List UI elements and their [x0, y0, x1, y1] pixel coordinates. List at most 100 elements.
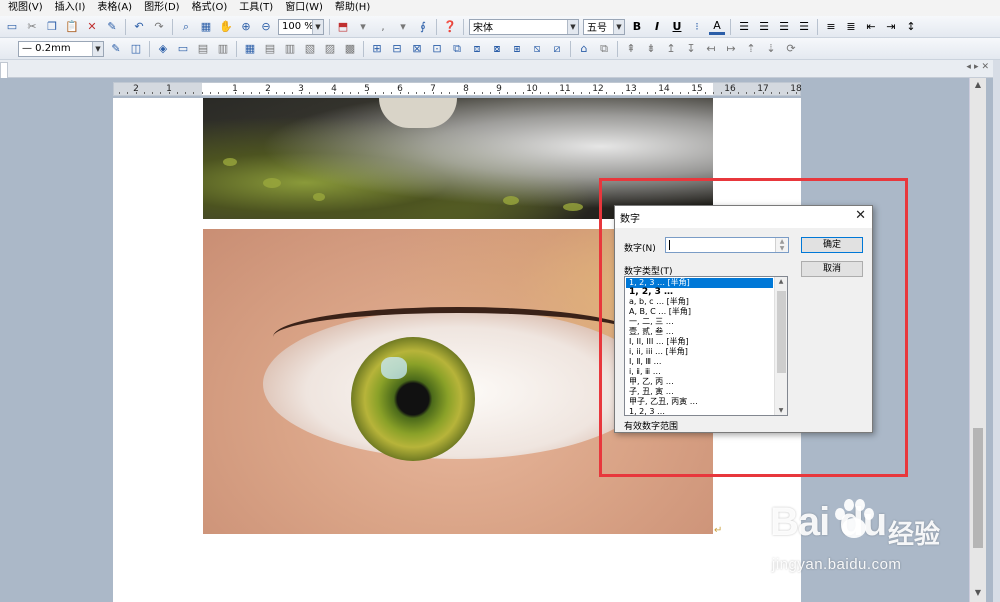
arrange-icon[interactable]: ↦: [723, 41, 739, 57]
wrap-icon[interactable]: ⊠: [409, 41, 425, 57]
table-tool-icon[interactable]: ▥: [282, 41, 298, 57]
arrange-icon[interactable]: ⇡: [743, 41, 759, 57]
menu-help[interactable]: 帮助(H): [329, 0, 376, 16]
table-tool-icon[interactable]: ▤: [262, 41, 278, 57]
line-width-select[interactable]: — 0.2mm ▼: [18, 40, 104, 57]
align-left-icon[interactable]: ☰: [736, 19, 752, 35]
align-right-icon[interactable]: ☰: [776, 19, 792, 35]
wrap-icon[interactable]: ⧉: [449, 41, 465, 57]
shape-fill-icon[interactable]: ◈: [155, 41, 171, 57]
find-icon[interactable]: ⌕: [178, 19, 194, 35]
horizontal-ruler[interactable]: 2 1 1 2 3 4 5 6 7 8 9 10 11 12 13 14 15 …: [113, 82, 802, 96]
dropdown-icon[interactable]: ▾: [355, 19, 371, 35]
menu-tools[interactable]: 工具(T): [233, 0, 279, 16]
zoom-out-icon[interactable]: ⊖: [258, 19, 274, 35]
bullet-list-icon[interactable]: ≡: [823, 19, 839, 35]
hand-icon[interactable]: ✋: [218, 19, 234, 35]
cut-icon[interactable]: ✂: [24, 19, 40, 35]
indent-icon[interactable]: ⇥: [883, 19, 899, 35]
scroll-up-icon[interactable]: ▲: [970, 80, 986, 92]
insert-object-icon[interactable]: ⬒: [335, 19, 351, 35]
menu-format[interactable]: 格式(O): [186, 0, 234, 16]
chevron-down-icon: ▼: [312, 19, 323, 34]
table-tool-icon[interactable]: ▧: [302, 41, 318, 57]
photo-detail: [313, 193, 325, 201]
arrange-icon[interactable]: ⇟: [643, 41, 659, 57]
frame-icon[interactable]: ▭: [175, 41, 191, 57]
ruler-tick: [539, 92, 541, 94]
underline-button[interactable]: U: [669, 19, 685, 35]
arrange-icon[interactable]: ↤: [703, 41, 719, 57]
wrap-icon[interactable]: ⧈: [469, 41, 485, 57]
outdent-icon[interactable]: ⇤: [863, 19, 879, 35]
grid-icon[interactable]: ▦: [198, 19, 214, 35]
arrange-icon[interactable]: ↥: [663, 41, 679, 57]
wrap-icon[interactable]: ⊞: [369, 41, 385, 57]
font-name-select[interactable]: 宋体 ▼: [469, 18, 579, 35]
dropdown-icon[interactable]: ▾: [395, 19, 411, 35]
table-icon[interactable]: ▦: [242, 41, 258, 57]
arrange-icon[interactable]: ↧: [683, 41, 699, 57]
menu-graphics[interactable]: 图形(D): [138, 0, 186, 16]
rotate-icon[interactable]: ⟳: [783, 41, 799, 57]
table-tool-icon[interactable]: ▩: [342, 41, 358, 57]
menu-window[interactable]: 窗口(W): [279, 0, 329, 16]
separator: [363, 40, 364, 57]
numbered-list-icon[interactable]: ≣: [843, 19, 859, 35]
paste-icon[interactable]: 📋: [64, 19, 80, 35]
italic-button[interactable]: I: [649, 19, 665, 35]
document-tab[interactable]: [0, 62, 8, 78]
align-objects-icon[interactable]: ▤: [195, 41, 211, 57]
ruler-tick: [251, 92, 252, 94]
copy-icon[interactable]: ❐: [44, 19, 60, 35]
format-painter-icon[interactable]: ✎: [104, 19, 120, 35]
formula-icon[interactable]: ∮: [415, 19, 431, 35]
zoom-in-icon[interactable]: ⊕: [238, 19, 254, 35]
wrap-icon[interactable]: ⊡: [429, 41, 445, 57]
wrap-icon[interactable]: ⧅: [529, 41, 545, 57]
line-spacing-icon[interactable]: ↕: [903, 19, 919, 35]
bold-button[interactable]: B: [629, 19, 645, 35]
font-size-select[interactable]: 五号 ▼: [583, 18, 625, 35]
fill-icon[interactable]: ◫: [128, 41, 144, 57]
ruler-tick: [391, 92, 393, 94]
delete-icon[interactable]: ✕: [84, 19, 100, 35]
ruler-tick: [267, 92, 269, 94]
undo-icon[interactable]: ↶: [131, 19, 147, 35]
menu-table[interactable]: 表格(A): [91, 0, 138, 16]
ruler-tick: [407, 92, 409, 94]
ruler-tick: [259, 92, 261, 94]
ruler-tick: [160, 92, 162, 94]
ruler-tick: [779, 92, 780, 94]
wrap-icon[interactable]: ⧆: [509, 41, 525, 57]
group-icon[interactable]: ⧉: [596, 41, 612, 57]
tab-nav-icon[interactable]: ◂▸✕: [966, 62, 992, 72]
ruler-tick: [317, 92, 318, 94]
menu-view[interactable]: 视图(V): [2, 0, 49, 16]
redo-icon[interactable]: ↷: [151, 19, 167, 35]
zoom-select[interactable]: 100 % ▼: [278, 18, 324, 35]
wrap-icon[interactable]: ⧄: [549, 41, 565, 57]
ruler-tick: [490, 92, 492, 94]
picture-icon[interactable]: ⌂: [576, 41, 592, 57]
wrap-icon[interactable]: ⊟: [389, 41, 405, 57]
menu-insert[interactable]: 插入(I): [49, 0, 92, 16]
wrap-icon[interactable]: ⧇: [489, 41, 505, 57]
ruler-tick: [234, 92, 236, 94]
emphasis-icon[interactable]: ⁝: [689, 19, 705, 35]
comma-icon[interactable]: ,: [375, 19, 391, 35]
align-center-icon[interactable]: ☰: [756, 19, 772, 35]
table-tool-icon[interactable]: ▨: [322, 41, 338, 57]
arrange-icon[interactable]: ⇞: [623, 41, 639, 57]
ruler-tick: [358, 92, 360, 94]
arrange-icon[interactable]: ⇣: [763, 41, 779, 57]
distribute-icon[interactable]: ▥: [215, 41, 231, 57]
open-icon[interactable]: ▭: [4, 19, 20, 35]
ruler-tick: [325, 92, 327, 94]
side-panel[interactable]: [993, 60, 1000, 602]
justify-icon[interactable]: ☰: [796, 19, 812, 35]
photo-detail: [351, 337, 475, 461]
line-color-icon[interactable]: ✎: [108, 41, 124, 57]
font-color-button[interactable]: A: [709, 19, 725, 35]
help-icon[interactable]: ❓: [442, 19, 458, 35]
